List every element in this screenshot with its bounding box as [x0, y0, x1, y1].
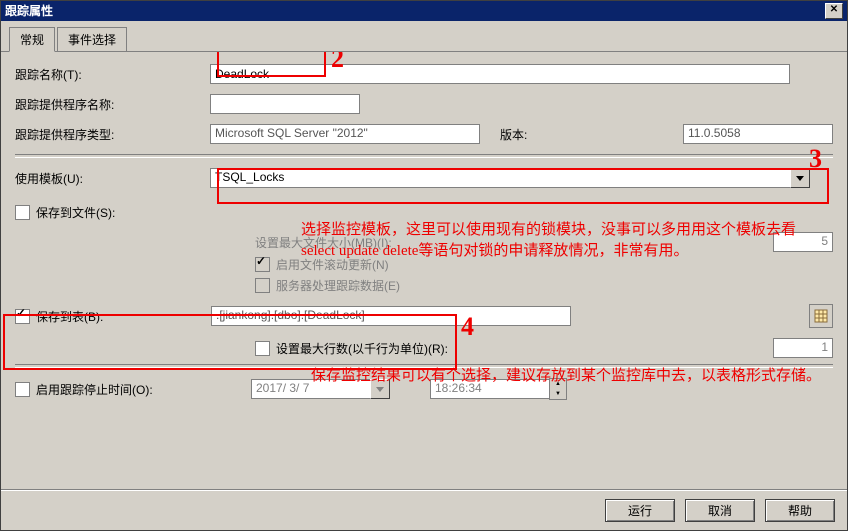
template-combobox[interactable]: TSQL_Locks [210, 168, 810, 188]
template-value: TSQL_Locks [210, 168, 791, 188]
max-rows-checkbox[interactable] [255, 341, 270, 356]
label-server-process: 服务器处理跟踪数据(E) [276, 277, 400, 294]
trace-properties-window: 跟踪属性 ✕ 常规 事件选择 跟踪名称(T): 跟踪提供程序名称: 跟踪提供程序… [0, 0, 848, 531]
content-area: 跟踪名称(T): 跟踪提供程序名称: 跟踪提供程序类型: Microsoft S… [1, 52, 847, 489]
tabstrip: 常规 事件选择 [1, 21, 847, 52]
time-spinner[interactable]: ▲▼ [549, 378, 567, 400]
tab-general[interactable]: 常规 [9, 27, 55, 52]
save-to-table-checkbox[interactable] [15, 309, 30, 324]
cancel-button[interactable]: 取消 [685, 499, 755, 522]
trace-name-input[interactable] [210, 64, 790, 84]
table-dest-value: .[jiankong].[dbo].[DeadLock] [211, 306, 571, 326]
max-file-size-value: 5 [773, 232, 833, 252]
label-max-file-size: 设置最大文件大小(MB)(I): [255, 234, 392, 251]
close-icon[interactable]: ✕ [825, 3, 843, 19]
stop-time-checkbox[interactable] [15, 382, 30, 397]
label-enable-rollover: 启用文件滚动更新(N) [276, 256, 389, 273]
enable-rollover-checkbox [255, 257, 270, 272]
label-max-rows: 设置最大行数(以千行为单位)(R): [276, 340, 448, 357]
chevron-down-icon[interactable] [790, 168, 810, 188]
label-save-to-table: 保存到表(B): [36, 308, 211, 325]
titlebar: 跟踪属性 ✕ [1, 1, 847, 21]
window-title: 跟踪属性 [5, 1, 53, 21]
label-stop-time: 启用跟踪停止时间(O): [36, 381, 251, 398]
server-process-checkbox [255, 278, 270, 293]
date-chevron-down-icon[interactable] [370, 379, 390, 399]
label-save-to-file: 保存到文件(S): [36, 204, 115, 221]
footer: 运行 取消 帮助 [1, 489, 847, 530]
provider-name-value [210, 94, 360, 114]
label-trace-name: 跟踪名称(T): [15, 66, 210, 83]
provider-type-value: Microsoft SQL Server "2012" [210, 124, 480, 144]
run-button[interactable]: 运行 [605, 499, 675, 522]
browse-table-icon[interactable] [809, 304, 833, 328]
label-version: 版本: [500, 126, 560, 143]
help-button[interactable]: 帮助 [765, 499, 835, 522]
stop-time-value: 18:26:34 [430, 379, 550, 399]
version-value: 11.0.5058 [683, 124, 833, 144]
label-provider-type: 跟踪提供程序类型: [15, 126, 210, 143]
save-to-file-checkbox[interactable] [15, 205, 30, 220]
label-template: 使用模板(U): [15, 170, 210, 187]
stop-date-value: 2017/ 3/ 7 [251, 379, 371, 399]
tab-events[interactable]: 事件选择 [57, 27, 127, 51]
label-provider-name: 跟踪提供程序名称: [15, 96, 210, 113]
max-rows-value: 1 [773, 338, 833, 358]
